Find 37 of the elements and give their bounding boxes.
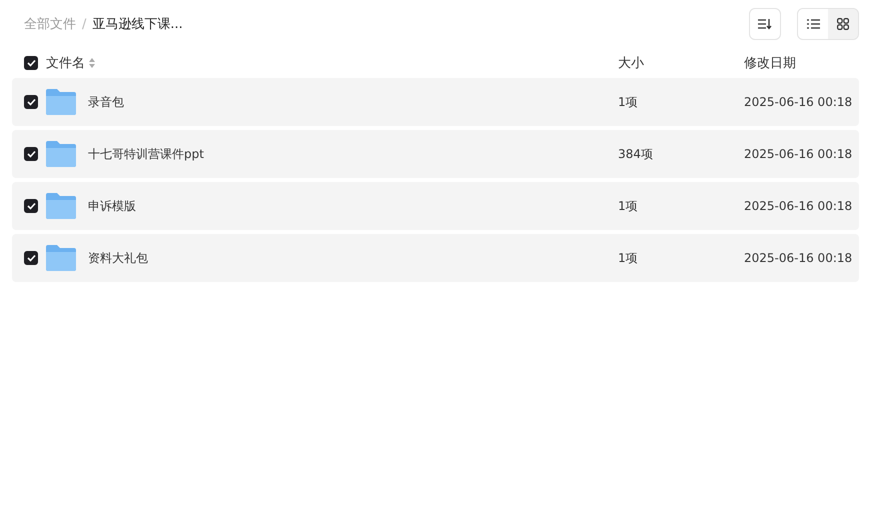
checkmark-icon bbox=[26, 98, 36, 106]
folder-icon bbox=[46, 193, 76, 219]
folder-icon bbox=[46, 245, 76, 271]
checkbox[interactable] bbox=[24, 147, 38, 161]
checkmark-icon bbox=[26, 59, 36, 67]
modified-date: 2025-06-16 00:18 bbox=[744, 147, 854, 161]
file-size: 1项 bbox=[618, 198, 639, 214]
file-size: 1项 bbox=[618, 94, 639, 110]
checkbox[interactable] bbox=[24, 251, 38, 265]
column-header: 修改日期 bbox=[744, 55, 797, 72]
current-folder: 亚马逊线下课... bbox=[92, 16, 183, 33]
sort-button[interactable] bbox=[749, 8, 781, 40]
sort-icon bbox=[758, 18, 772, 30]
modified-date: 2025-06-16 00:18 bbox=[744, 199, 854, 213]
checkbox[interactable] bbox=[24, 56, 38, 70]
column-header: 大小 bbox=[618, 55, 645, 72]
checkmark-icon bbox=[26, 254, 36, 262]
breadcrumb-separator: / bbox=[82, 16, 86, 32]
folder-icon bbox=[46, 141, 76, 167]
file-name[interactable]: 十七哥特训营课件ppt bbox=[88, 146, 204, 162]
file-name[interactable]: 申诉模版 bbox=[88, 198, 136, 214]
checkmark-icon bbox=[26, 150, 36, 158]
file-size: 1项 bbox=[618, 250, 639, 266]
checkbox[interactable] bbox=[24, 95, 38, 109]
file-name[interactable]: 资料大礼包 bbox=[88, 250, 148, 266]
checkmark-icon bbox=[26, 202, 36, 210]
modified-date: 2025-06-16 00:18 bbox=[744, 251, 854, 265]
sort-icon bbox=[89, 58, 95, 68]
modified-date: 2025-06-16 00:18 bbox=[744, 95, 854, 109]
file-name[interactable]: 录音包 bbox=[88, 94, 124, 110]
checkbox[interactable] bbox=[24, 199, 38, 213]
list-view-button[interactable] bbox=[798, 9, 828, 39]
column-header[interactable]: 文件名 bbox=[46, 54, 85, 72]
folder-icon bbox=[46, 89, 76, 115]
grid-icon bbox=[837, 18, 849, 30]
list-icon bbox=[806, 19, 820, 29]
file-size: 384项 bbox=[618, 146, 654, 162]
